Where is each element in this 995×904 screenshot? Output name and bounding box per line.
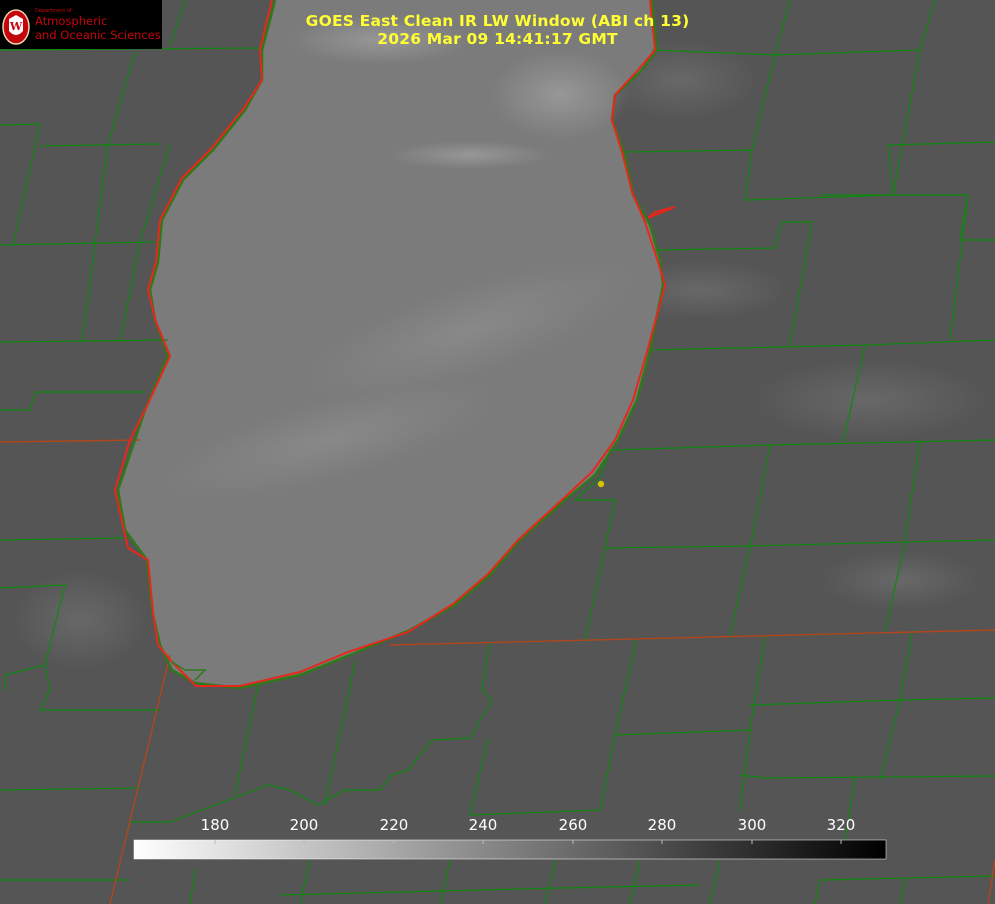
- image-title: GOES East Clean IR LW Window (ABI ch 13): [305, 12, 690, 30]
- colorbar-tick-label: 280: [648, 816, 677, 834]
- land-cloud: [820, 550, 980, 610]
- land-cloud: [750, 360, 990, 440]
- land-cloud: [10, 570, 150, 670]
- colorbar-gradient: [133, 839, 887, 860]
- image-timestamp: 2026 Mar 09 14:41:17 GMT: [377, 30, 618, 48]
- colorbar-tick-label: 220: [380, 816, 409, 834]
- map-svg: 180 200 220 240 260 280 300 320: [0, 0, 995, 904]
- station-marker: [597, 480, 605, 488]
- satellite-image: 180 200 220 240 260 280 300 320 W Depart…: [0, 0, 995, 904]
- colorbar-tick-label: 300: [738, 816, 767, 834]
- colorbar-tick-label: 240: [469, 816, 498, 834]
- lake-cloud: [390, 141, 550, 169]
- colorbar-tick-label: 200: [290, 816, 319, 834]
- colorbar-tick-label: 260: [559, 816, 588, 834]
- lake-cloud: [490, 50, 630, 140]
- colorbar-tick-label: 180: [201, 816, 230, 834]
- colorbar-tick-label: 320: [827, 816, 856, 834]
